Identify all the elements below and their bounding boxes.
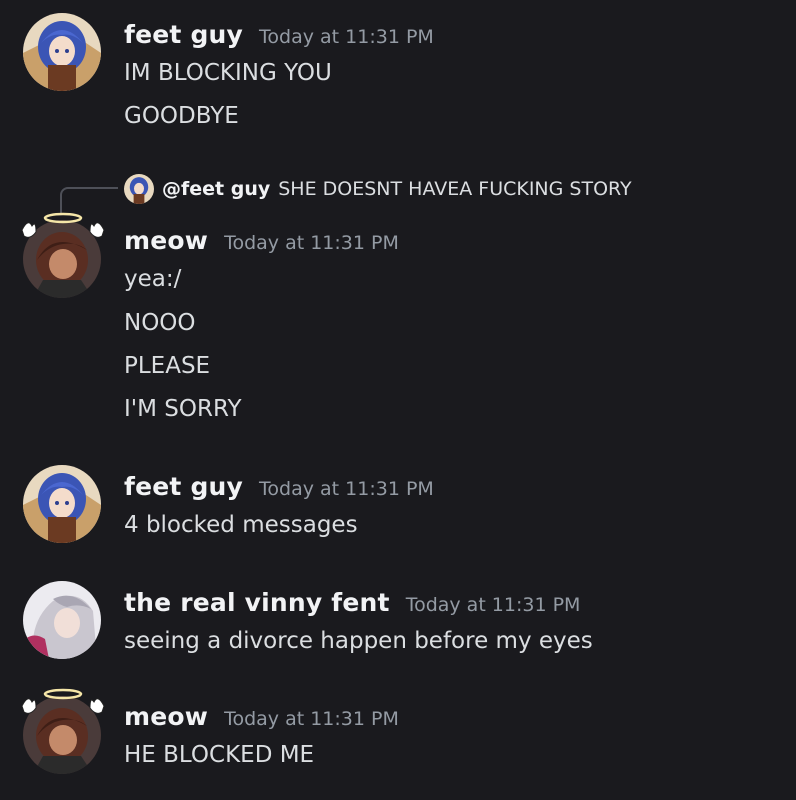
message-text: NOOO (124, 310, 196, 336)
message-header: meow Today at 11:31 PM (124, 702, 399, 738)
username[interactable]: meow (124, 226, 208, 255)
meow-avatar[interactable] (23, 220, 101, 298)
reply-connector (60, 187, 118, 215)
reply-avatar (124, 174, 154, 204)
anime-girl-avatar-icon (23, 13, 101, 91)
message-header: feet guy Today at 11:31 PM (124, 472, 434, 508)
reply-preview[interactable]: @feet guy SHE DOESNT HAVEA FUCKING STORY (124, 174, 632, 204)
username[interactable]: meow (124, 702, 208, 731)
reply-mention[interactable]: @feet guy (162, 178, 270, 200)
anime-boy-avatar-icon (23, 696, 101, 774)
feet-guy-avatar[interactable] (23, 13, 101, 91)
timestamp[interactable]: Today at 11:31 PM (224, 708, 399, 730)
message-text: seeing a divorce happen before my eyes (124, 628, 593, 654)
feet-guy-avatar[interactable] (23, 465, 101, 543)
vinny-avatar[interactable] (23, 581, 101, 659)
anime-girl-avatar-icon (23, 465, 101, 543)
message-header: the real vinny fent Today at 11:31 PM (124, 588, 580, 624)
timestamp[interactable]: Today at 11:31 PM (259, 478, 434, 500)
message-text: yea:/ (124, 266, 182, 292)
username[interactable]: feet guy (124, 472, 243, 501)
timestamp[interactable]: Today at 11:31 PM (224, 232, 399, 254)
timestamp[interactable]: Today at 11:31 PM (406, 594, 581, 616)
reply-text[interactable]: SHE DOESNT HAVEA FUCKING STORY (278, 178, 631, 200)
blocked-messages-notice[interactable]: 4 blocked messages (124, 512, 358, 538)
chat-log: feet guy Today at 11:31 PM IM BLOCKING Y… (0, 0, 796, 800)
anime-girl-avatar-icon (124, 174, 154, 204)
message-text: GOODBYE (124, 103, 239, 129)
timestamp[interactable]: Today at 11:31 PM (259, 26, 434, 48)
message-text: PLEASE (124, 353, 211, 379)
username[interactable]: the real vinny fent (124, 588, 390, 617)
meow-avatar[interactable] (23, 696, 101, 774)
message-text: IM BLOCKING YOU (124, 60, 332, 86)
message-text: HE BLOCKED ME (124, 742, 315, 768)
username[interactable]: feet guy (124, 20, 243, 49)
message-header: feet guy Today at 11:31 PM (124, 20, 434, 56)
anime-silver-hair-avatar-icon (23, 581, 101, 659)
message-header: meow Today at 11:31 PM (124, 226, 399, 262)
anime-boy-avatar-icon (23, 220, 101, 298)
message-text: I'M SORRY (124, 396, 242, 422)
